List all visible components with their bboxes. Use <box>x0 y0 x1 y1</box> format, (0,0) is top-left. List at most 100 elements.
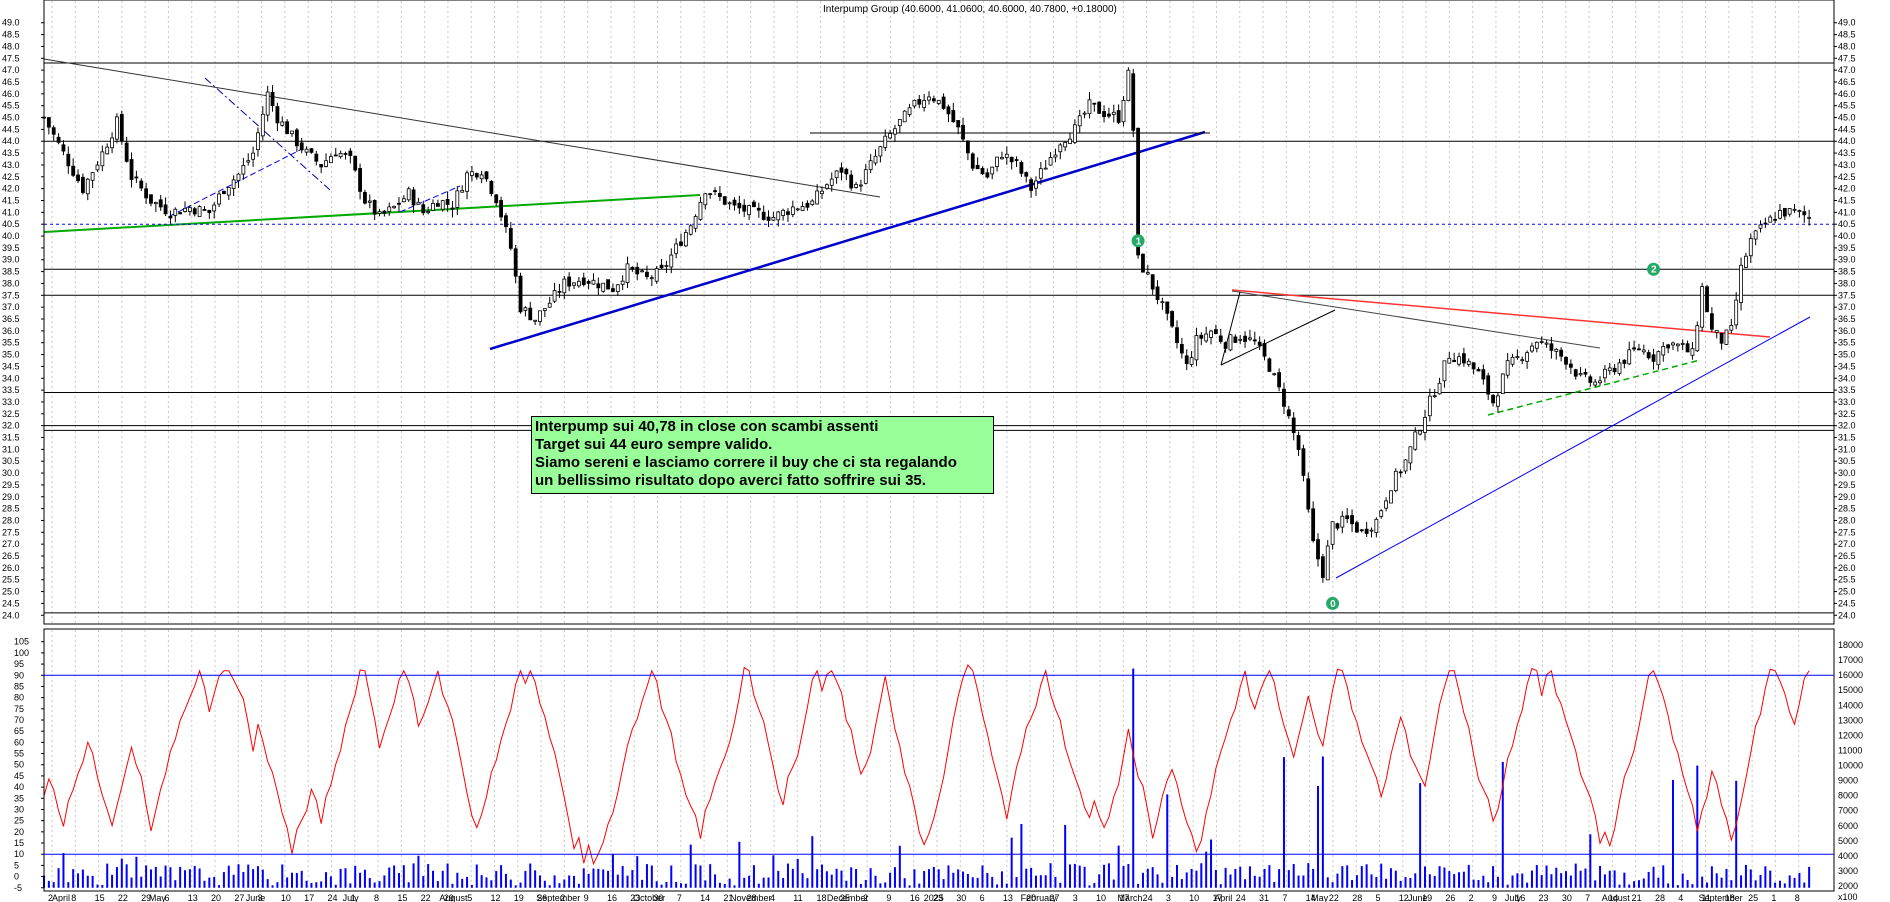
y-tick-right: 39.0 <box>1838 255 1856 265</box>
candle-body <box>314 153 319 162</box>
volume-bar <box>1681 873 1684 888</box>
candle-body <box>1510 356 1515 365</box>
candle-body <box>285 121 290 135</box>
candle-body <box>1520 359 1525 362</box>
volume-bar <box>1355 875 1358 888</box>
candle-body <box>591 279 596 285</box>
volume-bar <box>1715 873 1718 888</box>
volume-bar <box>106 863 109 888</box>
candle-body <box>1379 510 1384 517</box>
volume-bar <box>714 874 717 888</box>
candle-body <box>168 215 173 219</box>
volume-bar <box>767 877 770 888</box>
volume-bar <box>1282 757 1285 888</box>
candle-body <box>854 183 858 188</box>
candle-body <box>1578 373 1583 376</box>
volume-bar <box>368 878 371 888</box>
annotation-line: un bellissimo risultato dopo averci fatt… <box>535 472 926 489</box>
candle-body <box>1452 359 1457 363</box>
candle-body <box>217 193 221 205</box>
candle-body <box>1029 179 1034 191</box>
volume-bar <box>971 877 974 888</box>
candle-body <box>1758 224 1763 229</box>
y-tick-left: 42.0 <box>2 184 20 194</box>
candle-body <box>163 204 168 215</box>
vol-tick-right: 4000 <box>1838 851 1858 861</box>
volume-bar <box>1321 756 1324 888</box>
candle-body <box>1223 342 1228 349</box>
osc-tick-left: 75 <box>14 704 24 714</box>
y-tick-left: 32.0 <box>2 421 20 431</box>
y-tick-right: 48.0 <box>1838 41 1856 51</box>
volume-bar <box>1253 875 1256 888</box>
osc-tick-left: -5 <box>14 883 22 893</box>
volume-bar <box>932 866 935 888</box>
x-tick-day: 31 <box>1259 893 1269 902</box>
volume-bar <box>490 880 493 888</box>
candle-body <box>1121 99 1126 123</box>
candle-body <box>888 133 892 139</box>
volume-bar <box>1069 864 1072 888</box>
vol-tick-right: 3000 <box>1838 866 1858 876</box>
y-tick-left: 24.5 <box>2 598 20 608</box>
candle-body <box>1593 381 1598 386</box>
volume-bar <box>772 855 775 888</box>
volume-bar <box>1268 865 1271 888</box>
osc-tick-left: 80 <box>14 693 24 703</box>
candle-body <box>1345 515 1350 520</box>
volume-bar <box>665 881 668 888</box>
candle-body <box>1471 362 1476 370</box>
y-tick-left: 48.5 <box>2 30 20 40</box>
volume-bar <box>1103 864 1106 888</box>
volume-bar <box>1078 865 1081 888</box>
candle-body <box>256 132 260 151</box>
volume-bar <box>670 865 673 888</box>
candle-body <box>435 203 440 207</box>
y-tick-right: 37.5 <box>1838 290 1856 300</box>
volume-bar <box>276 882 279 888</box>
x-tick-day: 17 <box>304 893 314 902</box>
candle-body <box>970 153 975 169</box>
volume-bar <box>1589 834 1592 888</box>
candle-body <box>1150 274 1155 290</box>
candle-body <box>508 228 513 249</box>
x-tick-day: 13 <box>1003 893 1013 902</box>
candle-body <box>119 114 124 142</box>
volume-bar <box>1229 874 1232 888</box>
volume-bar <box>597 868 600 888</box>
volume-bar <box>1073 863 1076 888</box>
candle-body <box>1306 478 1311 510</box>
candle-body <box>586 280 591 284</box>
candle-body <box>328 156 333 164</box>
candle-body <box>416 201 421 205</box>
candle-body <box>873 155 878 164</box>
volume-bar <box>816 869 819 888</box>
volume-bar <box>1477 879 1480 888</box>
candle-body <box>401 198 406 203</box>
volume-bar <box>145 865 148 888</box>
candle-body <box>333 154 338 157</box>
y-tick-right: 48.5 <box>1838 30 1856 40</box>
candle-body <box>358 168 362 192</box>
volume-bar <box>1025 868 1028 888</box>
volume-bar <box>1351 880 1354 888</box>
volume-bar <box>383 875 386 888</box>
volume-bar <box>1005 883 1008 888</box>
osc-tick-left: 0 <box>14 872 19 882</box>
volume-bar <box>227 865 230 888</box>
volume-bar <box>334 884 337 888</box>
volume-bar <box>466 876 469 888</box>
x-tick-day: 28 <box>1655 893 1665 902</box>
volume-bar <box>1141 872 1144 888</box>
y-tick-right: 49.0 <box>1838 18 1856 28</box>
volume-bar <box>500 865 503 888</box>
y-tick-right: 32.5 <box>1838 409 1856 419</box>
volume-bar <box>981 865 984 888</box>
volume-bar <box>67 882 70 888</box>
candle-body <box>1038 168 1043 179</box>
volume-bar <box>1414 873 1417 888</box>
candle-body <box>1534 341 1539 349</box>
y-tick-left: 31.0 <box>2 444 20 454</box>
volume-bar <box>1151 867 1154 888</box>
y-tick-right: 30.0 <box>1838 468 1856 478</box>
